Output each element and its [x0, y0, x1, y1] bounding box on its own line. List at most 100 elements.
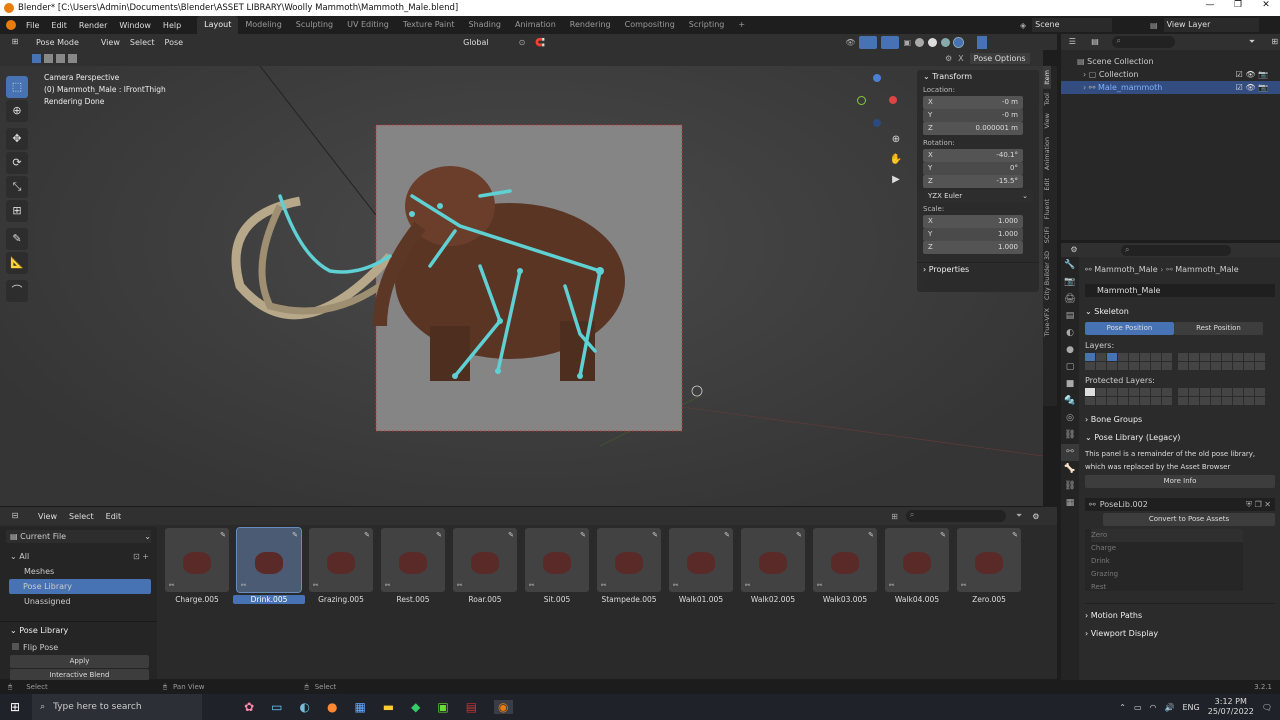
collection-tab-icon[interactable]: ▢ [1061, 359, 1079, 376]
pose-list-item[interactable]: Rest [1091, 581, 1243, 594]
blender-menu-icon[interactable] [6, 20, 16, 30]
bone-constraints-tab-icon[interactable]: ⛓ [1061, 478, 1079, 495]
tab-shading[interactable]: Shading [461, 16, 508, 34]
calculator-icon[interactable]: ▦ [354, 700, 365, 714]
rest-position-button[interactable]: Rest Position [1174, 322, 1263, 335]
camera-view-icon[interactable]: ▶ [888, 170, 904, 190]
physics-tab-icon[interactable]: ◎ [1061, 410, 1079, 427]
scene-name[interactable]: Scene [1032, 18, 1113, 32]
measure-tool-icon[interactable]: 📐 [6, 252, 28, 274]
rotation-x-field[interactable]: X -40.1° [923, 149, 1023, 162]
asset-thumbnail[interactable]: ✎ ⚯ [525, 528, 589, 592]
menu-pose[interactable]: Pose [165, 38, 184, 47]
rendered-shading-icon[interactable] [953, 36, 964, 48]
scale-x-field[interactable]: X 1.000 [923, 215, 1023, 228]
gizmo-z-icon[interactable] [873, 74, 881, 82]
asset-settings-gear-icon[interactable]: ⚙ [1032, 512, 1039, 521]
tab-texture-paint[interactable]: Texture Paint [396, 16, 462, 34]
select-extend-icon[interactable] [44, 53, 53, 63]
male-mammoth-item[interactable]: › ⚯ Male_mammoth ☑ 👁 📷 [1061, 81, 1280, 94]
display-mode-grid-icon[interactable]: ⊞ [891, 512, 898, 521]
world-tab-icon[interactable]: ● [1061, 342, 1079, 359]
blender-taskbar-icon[interactable]: ◉ [494, 700, 513, 714]
output-tab-icon[interactable]: 🖨 [1061, 291, 1079, 308]
properties-search-input[interactable]: ⌕ [1121, 244, 1231, 256]
scene-collection-item[interactable]: ▤ Scene Collection [1077, 55, 1280, 68]
edit-asset-icon[interactable]: ✎ [724, 531, 730, 539]
minimize-button[interactable]: — [1196, 0, 1224, 10]
properties-editor-icon[interactable]: ⚙ [1067, 243, 1081, 257]
3d-viewport[interactable]: Camera Perspective (0) Mammoth_Male : lF… [0, 66, 1043, 506]
add-workspace-button[interactable]: + [731, 16, 752, 34]
move-tool-icon[interactable]: ✥ [6, 128, 28, 150]
asset-thumbnail[interactable]: ✎ ⚯ [165, 528, 229, 592]
render-tab-icon[interactable]: 📷 [1061, 274, 1079, 291]
edit-asset-icon[interactable]: ✎ [292, 531, 298, 539]
edit-asset-icon[interactable]: ✎ [868, 531, 874, 539]
scale-y-field[interactable]: Y 1.000 [923, 228, 1023, 241]
asset-thumbnail[interactable]: ✎ ⚯ [597, 528, 661, 592]
rotation-mode-dropdown[interactable]: YZX Euler ⌄ [923, 190, 1033, 203]
asset-thumbnail[interactable]: ✎ ⚯ [453, 528, 517, 592]
bone-groups-header[interactable]: › Bone Groups [1085, 413, 1275, 426]
location-z-field[interactable]: Z 0.000001 m [923, 122, 1023, 135]
tab-uv-editing[interactable]: UV Editing [340, 16, 396, 34]
asset-filter-icon[interactable]: ⏷ [1016, 511, 1022, 521]
taskview-icon[interactable]: ▭ [271, 700, 282, 714]
transform-tool-icon[interactable]: ⊞ [6, 200, 28, 222]
scale-tool-icon[interactable]: ⤡ [6, 176, 28, 198]
pose-list-item[interactable]: Charge [1091, 542, 1243, 555]
protected-layers-grid[interactable] [1085, 388, 1275, 405]
tab-view[interactable]: View [1043, 109, 1051, 132]
navigation-gizmo[interactable] [855, 72, 900, 132]
catalog-meshes[interactable]: Meshes [10, 564, 157, 579]
widgets-icon[interactable]: ✿ [244, 700, 254, 714]
zoom-icon[interactable]: ⊕ [888, 130, 904, 150]
edit-asset-icon[interactable]: ✎ [652, 531, 658, 539]
pivot-icon[interactable]: ⊙ [519, 38, 526, 47]
edit-asset-icon[interactable]: ✎ [796, 531, 802, 539]
file-explorer-icon[interactable]: ▬ [383, 700, 394, 714]
edit-asset-icon[interactable]: ✎ [1012, 531, 1018, 539]
tray-chevron-icon[interactable]: ⌃ [1119, 703, 1126, 712]
tray-wifi-icon[interactable]: ◠ [1150, 703, 1157, 712]
pose-library-panel-header[interactable]: ⌄ Pose Library [0, 621, 157, 635]
tab-fluent[interactable]: Fluent [1043, 195, 1051, 223]
asset-thumbnail[interactable]: ✎ ⚯ [813, 528, 877, 592]
wireframe-shading-icon[interactable] [915, 37, 924, 47]
asset-menu-edit[interactable]: Edit [106, 512, 122, 521]
edit-asset-icon[interactable]: ✎ [940, 531, 946, 539]
overlay-toggle-icon[interactable] [881, 35, 900, 49]
texture-tab-icon[interactable]: ▦ [1061, 495, 1079, 512]
transform-orientation[interactable]: Global [463, 38, 489, 47]
tab-compositing[interactable]: Compositing [618, 16, 682, 34]
filter-icon[interactable]: ⏷ [1247, 35, 1258, 49]
constraints-tab-icon[interactable]: ⛓ [1061, 427, 1079, 444]
menu-window[interactable]: Window [113, 21, 157, 30]
legacy-pose-list[interactable]: Zero Charge Drink Grazing Rest [1085, 529, 1243, 591]
tool-tab-icon[interactable]: 🔧 [1061, 257, 1079, 274]
tab-modeling[interactable]: Modeling [238, 16, 288, 34]
menu-help[interactable]: Help [157, 21, 187, 30]
collection-item[interactable]: › ▢ Collection ☑ 👁 📷 [1077, 68, 1280, 81]
menu-edit[interactable]: Edit [45, 21, 73, 30]
taskbar-search-box[interactable]: ⌕ Type here to search [32, 694, 203, 720]
nvidia-icon[interactable]: ▣ [437, 700, 448, 714]
asset-thumbnail[interactable]: ✎ ⚯ [236, 527, 302, 593]
menu-file[interactable]: File [20, 21, 45, 30]
select-box-tool-icon[interactable]: ⬚ [6, 76, 28, 98]
asset-search-input[interactable]: ⌕ [905, 510, 1006, 522]
gizmo-neg-z-icon[interactable] [873, 119, 881, 127]
pose-list-item[interactable]: Zero [1091, 529, 1243, 542]
viewport-display-header[interactable]: › Viewport Display [1085, 627, 1275, 640]
tray-language[interactable]: ENG [1182, 703, 1199, 712]
tab-item[interactable]: Item [1043, 66, 1051, 89]
asset-menu-select[interactable]: Select [69, 512, 94, 521]
edit-asset-icon[interactable]: ✎ [508, 531, 514, 539]
asset-thumbnail[interactable]: ✎ ⚯ [381, 528, 445, 592]
tab-animation-side[interactable]: Animation [1043, 133, 1051, 174]
gizmo-y-icon[interactable] [857, 96, 866, 105]
transform-header[interactable]: ⌄ Transform [917, 70, 1039, 84]
scene-selector[interactable]: ◈ Scene [1020, 18, 1113, 32]
catalog-pose-library[interactable]: Pose Library [9, 579, 151, 594]
